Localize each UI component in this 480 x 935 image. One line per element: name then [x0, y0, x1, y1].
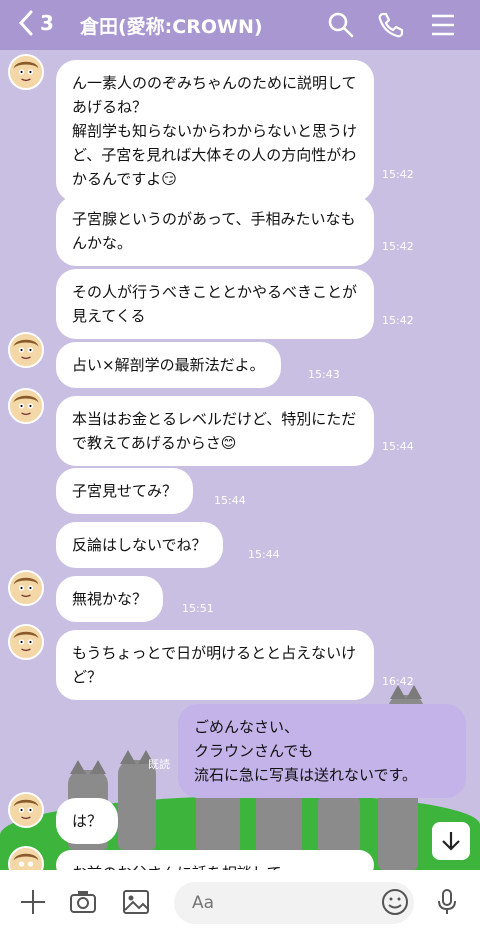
message-bubble[interactable]: もうちょっとで日が明けるとと占えないけど？ — [56, 630, 374, 700]
message-time: 15:44 — [382, 440, 414, 453]
message-bubble[interactable]: お前のお父さんに話を相談して — [56, 850, 374, 870]
message-time: 15:51 — [182, 602, 214, 615]
message-time: 15:42 — [382, 240, 414, 253]
avatar[interactable] — [8, 570, 44, 606]
message-bubble[interactable]: 占い×解剖学の最新法だよ。 — [56, 342, 281, 388]
message-bubble[interactable]: 無視かな？ — [56, 576, 164, 622]
search-icon[interactable] — [326, 10, 356, 40]
my-message-bubble[interactable]: ごめんなさい、 クラウンさんでも 流石に急に写真は送れないです。 — [178, 704, 466, 798]
message-time: 15:43 — [308, 368, 340, 381]
message-time: 15:44 — [214, 494, 246, 507]
chat-title: 倉田(愛称:CROWN) — [80, 16, 263, 38]
menu-icon[interactable] — [428, 10, 458, 40]
avatar[interactable] — [8, 792, 44, 828]
avatar[interactable] — [8, 388, 44, 424]
message-bubble[interactable]: 子宮腺というのがあって、手相みたいなもんかな。 — [56, 196, 374, 266]
composer-bar — [0, 870, 480, 935]
scroll-to-bottom-button[interactable] — [432, 822, 470, 860]
avatar[interactable] — [8, 54, 44, 90]
chat-header: 3 倉田(愛称:CROWN) — [0, 0, 480, 50]
message-bubble[interactable]: 子宮見せてみ？ — [56, 468, 194, 514]
message-bubble[interactable]: は？ — [56, 798, 119, 844]
unread-count: 3 — [40, 11, 54, 35]
emoji-icon[interactable] — [380, 887, 410, 917]
image-icon[interactable] — [121, 887, 151, 917]
avatar[interactable] — [8, 624, 44, 660]
cat-decoration — [118, 750, 156, 850]
arrow-down-icon — [442, 832, 460, 851]
message-bubble[interactable]: その人が行うべきこととかやるべきことが見えてくる — [56, 269, 374, 339]
message-bubble[interactable]: 本当はお金とるレベルだけど、特別にただで教えてあげるからさ😊 — [56, 396, 374, 466]
plus-icon[interactable] — [18, 887, 48, 917]
camera-icon[interactable] — [68, 887, 98, 917]
read-receipt: 既読 — [148, 758, 170, 771]
phone-icon[interactable] — [376, 10, 406, 40]
back-button[interactable]: 3 — [18, 10, 54, 36]
message-bubble[interactable]: ん一素人ののぞみちゃんのために説明してあげるね？ 解剖学も知らないからわからない… — [56, 60, 374, 202]
chevron-left-icon — [18, 10, 33, 36]
message-list[interactable]: ん一素人ののぞみちゃんのために説明してあげるね？ 解剖学も知らないからわからない… — [0, 50, 480, 870]
avatar[interactable] — [8, 332, 44, 368]
message-time: 15:44 — [248, 548, 280, 561]
message-time: 16:42 — [382, 675, 414, 688]
message-input[interactable] — [174, 882, 414, 924]
message-time: 15:42 — [382, 314, 414, 327]
message-time: 15:42 — [382, 168, 414, 181]
mic-icon[interactable] — [432, 887, 462, 917]
message-bubble[interactable]: 反論はしないでね？ — [56, 522, 223, 568]
